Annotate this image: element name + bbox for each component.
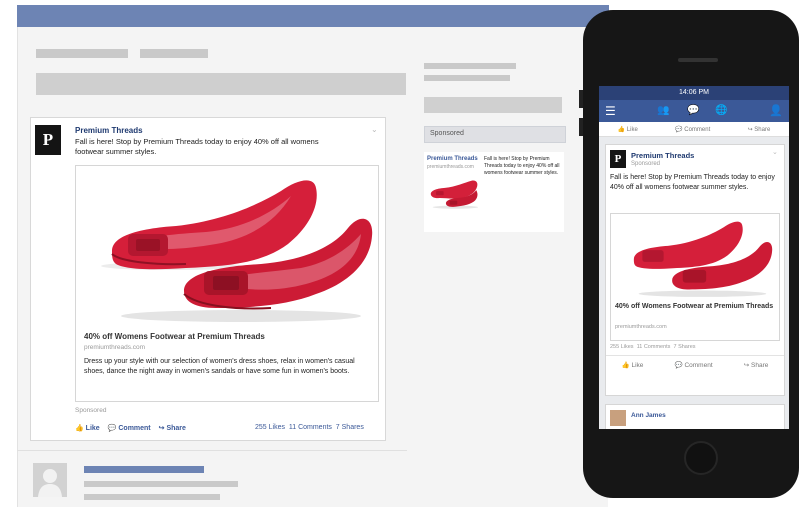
shoe-image <box>633 221 773 297</box>
mobile-ad-post: P Premium Threads Sponsored ⌄ Fall is he… <box>605 144 785 396</box>
shoe-image <box>430 180 479 209</box>
mobile-nav-bar: ☰ 👥 💬 🌐 👤 <box>599 100 789 122</box>
sponsored-header: Sponsored <box>424 126 566 143</box>
post-actions: 👍 Like 💬 Comment ↪ Share <box>75 424 186 432</box>
placeholder-bar <box>424 97 562 113</box>
like-button[interactable]: 👍 Like <box>622 361 644 369</box>
notifications-icon[interactable]: 🌐 <box>715 105 727 116</box>
page-name-link[interactable]: Premium Threads <box>75 126 143 135</box>
link-domain: premiumthreads.com <box>84 344 146 351</box>
link-image[interactable] <box>76 166 378 324</box>
comment-button[interactable]: 💬 Comment <box>108 424 151 432</box>
phone-screen: 14:06 PM ☰ 👥 💬 🌐 👤 👍 Like 💬 Comment ↪ Sh… <box>599 86 789 429</box>
messages-icon[interactable]: 💬 <box>687 105 699 116</box>
page-name-link[interactable]: Premium Threads <box>631 151 694 160</box>
comment-button[interactable]: 💬 Comment <box>675 126 710 133</box>
next-post: Ann James <box>605 404 785 429</box>
post-stats[interactable]: 255 Likes 11 Comments 7 Shares <box>255 424 364 431</box>
chevron-down-icon[interactable]: ⌄ <box>371 125 378 134</box>
friend-requests-icon[interactable]: 👥 <box>657 105 669 116</box>
link-description: Dress up your style with our selection o… <box>84 358 355 375</box>
composer-placeholder <box>36 73 406 95</box>
share-button[interactable]: ↪ Share <box>159 424 186 432</box>
sponsored-label[interactable]: Sponsored <box>631 161 660 167</box>
desktop-ad-post: P Premium Threads ⌄ Fall is here! Stop b… <box>30 117 386 441</box>
divider <box>606 355 784 356</box>
link-preview[interactable]: 40% off Womens Footwear at Premium Threa… <box>610 213 780 341</box>
desktop-top-bar <box>17 5 609 27</box>
home-button[interactable] <box>684 441 718 475</box>
link-image[interactable] <box>611 214 779 298</box>
post-text: Fall is here! Stop by Premium Threads to… <box>75 137 319 156</box>
comment-button[interactable]: 💬 Comment <box>675 361 713 369</box>
placeholder-bar <box>140 49 208 58</box>
menu-icon[interactable]: ☰ <box>605 104 616 118</box>
right-ad-domain: premiumthreads.com <box>427 164 474 170</box>
placeholder-bar <box>36 49 128 58</box>
right-column-ad[interactable]: Premium Threads premiumthreads.com Fall … <box>424 152 564 232</box>
right-ad-name[interactable]: Premium Threads <box>427 156 478 162</box>
post-actions: 👍 Like 💬 Comment ↪ Share <box>606 361 784 369</box>
sponsored-label[interactable]: Sponsored <box>75 407 106 414</box>
placeholder-bar <box>424 75 510 81</box>
page-logo[interactable]: P <box>610 150 626 168</box>
link-title[interactable]: 40% off Womens Footwear at Premium Threa… <box>84 332 265 341</box>
divider <box>17 450 407 451</box>
status-bar: 14:06 PM <box>599 86 789 100</box>
share-button[interactable]: ↪ Share <box>748 126 771 133</box>
volume-button <box>579 118 583 136</box>
avatar[interactable] <box>610 410 626 426</box>
prev-post-actions: 👍 Like 💬 Comment ↪ Share <box>599 122 789 137</box>
post-stats[interactable]: 255 Likes 11 Comments 7 Shares <box>610 344 696 350</box>
post-text: Fall is here! Stop by Premium Threads to… <box>610 174 775 191</box>
phone-speaker <box>678 58 718 62</box>
like-button[interactable]: 👍 Like <box>618 126 638 133</box>
placeholder-bar <box>84 481 238 487</box>
placeholder-bar <box>424 63 516 69</box>
link-title[interactable]: 40% off Womens Footwear at Premium Threa… <box>615 302 775 311</box>
link-domain: premiumthreads.com <box>615 324 667 330</box>
chat-icon[interactable]: 👤 <box>769 104 783 117</box>
share-button[interactable]: ↪ Share <box>744 361 769 369</box>
placeholder-bar <box>84 494 220 500</box>
volume-button <box>579 90 583 108</box>
chevron-down-icon[interactable]: ⌄ <box>772 148 778 156</box>
link-preview[interactable]: 40% off Womens Footwear at Premium Threa… <box>75 165 379 402</box>
user-silhouette-icon <box>38 469 62 497</box>
right-ad-image[interactable] <box>427 174 480 212</box>
next-post-author[interactable]: Ann James <box>631 412 666 419</box>
like-button[interactable]: 👍 Like <box>75 424 100 432</box>
placeholder-name-bar <box>84 466 204 473</box>
avatar[interactable] <box>33 463 67 497</box>
right-ad-text: Fall is here! Stop by Premium Threads to… <box>484 156 560 176</box>
shoe-image <box>101 180 373 322</box>
page-logo[interactable]: P <box>35 125 61 155</box>
